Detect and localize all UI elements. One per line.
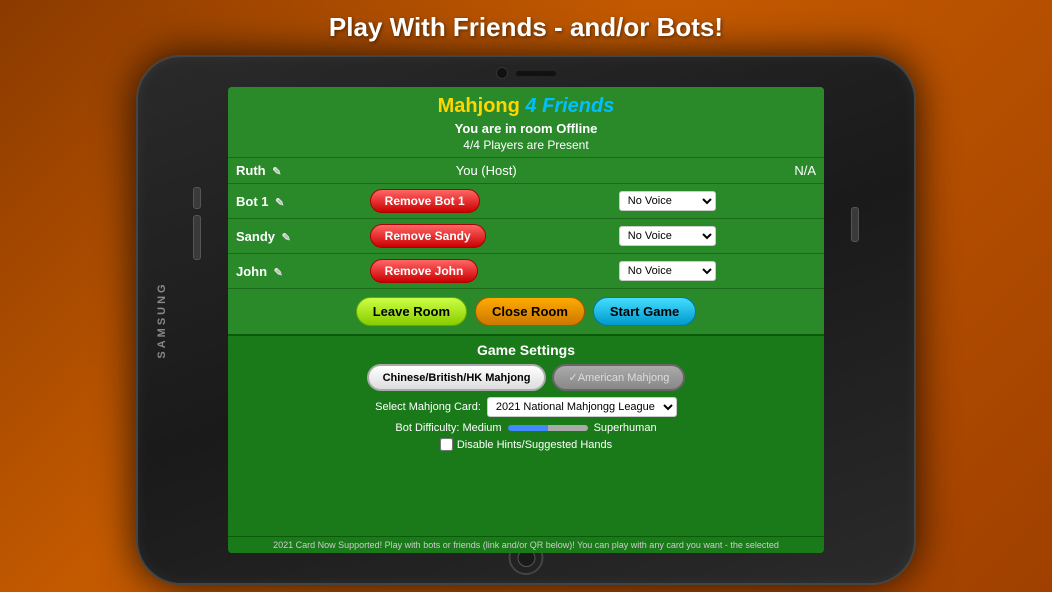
phone-container: SAMSUNG Mahjong 4 Friends You ar: [136, 55, 916, 585]
remove-bot1-button[interactable]: Remove Bot 1: [370, 189, 480, 213]
players-info: 4/4 Players are Present: [233, 138, 819, 152]
app-header: Mahjong 4 Friends You are in room Offlin…: [228, 87, 824, 158]
action-buttons-row: Leave Room Close Room Start Game: [228, 289, 824, 334]
players-table: Ruth ✎ You (Host) N/A Bot 1 ✎ Remove Bot…: [228, 158, 824, 289]
hints-checkbox[interactable]: [440, 438, 453, 451]
bottom-note-text: 2021 Card Now Supported! Play with bots …: [234, 540, 818, 550]
app-title-main: Mahjong: [438, 95, 520, 117]
american-mahjong-button[interactable]: ✓American Mahjong: [552, 364, 685, 391]
app-title-row: Mahjong 4 Friends: [233, 95, 819, 118]
edit-icon-john[interactable]: ✎: [274, 266, 283, 279]
player-extra-ruth: N/A: [611, 158, 824, 184]
remove-john-button[interactable]: Remove John: [370, 259, 479, 283]
app-title-friends: 4 Friends: [520, 95, 614, 117]
voice-select-john[interactable]: No Voice Male Voice Female Voice: [619, 261, 716, 281]
remove-sandy-button[interactable]: Remove Sandy: [370, 224, 486, 248]
table-row: Sandy ✎ Remove Sandy No Voice Male Voice…: [228, 219, 824, 254]
room-info: You are in room Offline: [233, 121, 819, 136]
right-side-buttons: [851, 207, 859, 242]
bottom-note-bar: 2021 Card Now Supported! Play with bots …: [228, 536, 824, 553]
card-select-dropdown[interactable]: 2021 National Mahjongg League 2022 Natio…: [487, 397, 677, 417]
difficulty-label: Bot Difficulty: Medium: [395, 422, 501, 434]
player-voice-sandy: No Voice Male Voice Female Voice: [611, 219, 824, 254]
earpiece-speaker: [516, 71, 556, 76]
start-game-button[interactable]: Start Game: [593, 297, 696, 326]
close-room-button[interactable]: Close Room: [475, 297, 585, 326]
chinese-mahjong-button[interactable]: Chinese/British/HK Mahjong: [367, 364, 547, 391]
player-action-john: Remove John: [362, 254, 611, 289]
difficulty-slider[interactable]: [508, 425, 588, 431]
front-camera: [496, 67, 508, 79]
player-name-ruth: Ruth ✎: [228, 158, 362, 184]
player-action-sandy: Remove Sandy: [362, 219, 611, 254]
phone-top-camera-area: [496, 67, 556, 79]
player-name-bot1: Bot 1 ✎: [228, 184, 362, 219]
power-button[interactable]: [851, 207, 859, 242]
player-voice-john: No Voice Male Voice Female Voice: [611, 254, 824, 289]
volume-up-button[interactable]: [193, 187, 201, 209]
edit-icon-bot1[interactable]: ✎: [275, 196, 284, 209]
phone-shell: SAMSUNG Mahjong 4 Friends You ar: [136, 55, 916, 585]
leave-room-button[interactable]: Leave Room: [356, 297, 467, 326]
voice-select-sandy[interactable]: No Voice Male Voice Female Voice: [619, 226, 716, 246]
settings-title: Game Settings: [238, 342, 814, 358]
samsung-brand: SAMSUNG: [156, 281, 168, 358]
volume-down-button[interactable]: [193, 215, 201, 260]
table-row: John ✎ Remove John No Voice Male Voice F…: [228, 254, 824, 289]
edit-icon-ruth[interactable]: ✎: [272, 165, 281, 178]
hints-row: Disable Hints/Suggested Hands: [238, 438, 814, 451]
table-row: Ruth ✎ You (Host) N/A: [228, 158, 824, 184]
phone-screen: Mahjong 4 Friends You are in room Offlin…: [228, 87, 824, 553]
difficulty-row: Bot Difficulty: Medium Superhuman: [238, 422, 814, 434]
player-action-bot1: Remove Bot 1: [362, 184, 611, 219]
edit-icon-sandy[interactable]: ✎: [282, 231, 291, 244]
difficulty-end-label: Superhuman: [594, 422, 657, 434]
player-role-ruth: You (Host): [362, 158, 611, 184]
player-name-sandy: Sandy ✎: [228, 219, 362, 254]
game-settings-panel: Game Settings Chinese/British/HK Mahjong…: [228, 334, 824, 536]
hints-label: Disable Hints/Suggested Hands: [457, 439, 612, 451]
card-select-label: Select Mahjong Card:: [375, 401, 481, 413]
left-side-buttons: [193, 187, 201, 260]
mahjong-type-buttons: Chinese/British/HK Mahjong ✓American Mah…: [238, 364, 814, 391]
page-title: Play With Friends - and/or Bots!: [329, 0, 723, 51]
card-select-row: Select Mahjong Card: 2021 National Mahjo…: [238, 397, 814, 417]
player-name-john: John ✎: [228, 254, 362, 289]
player-voice-bot1: No Voice Male Voice Female Voice: [611, 184, 824, 219]
voice-select-bot1[interactable]: No Voice Male Voice Female Voice: [619, 191, 716, 211]
table-row: Bot 1 ✎ Remove Bot 1 No Voice Male Voice…: [228, 184, 824, 219]
